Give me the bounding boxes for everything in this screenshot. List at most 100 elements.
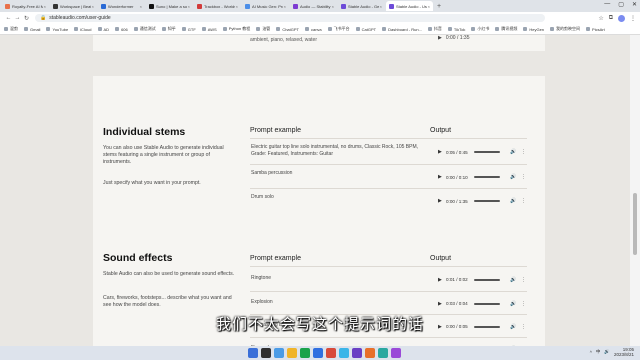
volume-icon[interactable]: 🔊 (510, 174, 521, 180)
clock[interactable]: 19:05 2023/8/21 (614, 347, 634, 357)
bookmark-item[interactable]: 抖音 (427, 26, 442, 32)
reload-icon[interactable]: ↻ (22, 15, 31, 22)
browser-tab[interactable]: Audio — Stability AI× (290, 1, 337, 11)
taskbar-app-icon[interactable] (352, 348, 362, 358)
play-icon[interactable]: ▶ (438, 174, 446, 180)
back-icon[interactable]: ← (4, 15, 13, 21)
tray-overflow-icon[interactable]: ^ (590, 350, 592, 355)
progress-slider[interactable] (474, 200, 500, 202)
play-icon[interactable]: ▶ (438, 35, 442, 41)
progress-slider[interactable] (474, 176, 500, 178)
browser-tab[interactable]: Trackbox - Worlds Leading× (194, 1, 241, 11)
taskbar-app-icon[interactable] (365, 348, 375, 358)
bookmark-item[interactable]: AD (97, 27, 109, 32)
browser-tab[interactable]: Royalty-Free AI Music G× (2, 1, 49, 11)
profile-avatar[interactable] (618, 14, 625, 22)
browser-tab[interactable]: Stable Audio - Generate× (338, 1, 385, 11)
prev-audio-player[interactable]: ▶ 0:00 / 1:35 (438, 35, 470, 41)
tab-close-icon[interactable]: × (332, 4, 334, 9)
volume-icon[interactable]: 🔊 (510, 198, 521, 204)
bookmark-item[interactable]: 小红书 (471, 26, 489, 32)
taskbar-app-icon[interactable] (274, 348, 284, 358)
browser-tab[interactable]: Stable Audio - User Guide× (386, 1, 433, 11)
bookmark-item[interactable]: 腾讯视频 (495, 26, 517, 32)
volume-icon[interactable]: 🔊 (510, 301, 521, 307)
volume-icon[interactable]: 🔊 (604, 349, 610, 355)
menu-icon[interactable]: ⋮ (630, 15, 636, 22)
audio-player[interactable]: ▶ 0:03 / 0:04 🔊 ⋮ (438, 301, 526, 307)
browser-tab[interactable]: Suno | Make a song× (146, 1, 193, 11)
taskbar-app-icon[interactable] (326, 348, 336, 358)
audio-player[interactable]: ▶ 0:05 / 0:45 🔊 ⋮ (438, 149, 526, 155)
play-icon[interactable]: ▶ (438, 198, 446, 204)
bookmark-item[interactable]: 606 (115, 27, 128, 32)
more-options-icon[interactable]: ⋮ (521, 301, 526, 307)
bookmark-item[interactable]: iCloud (74, 27, 92, 32)
bookmark-item[interactable]: Gmail (24, 27, 40, 32)
taskbar-app-icon[interactable] (391, 348, 401, 358)
bookmark-item[interactable]: Python 教程 (222, 26, 250, 32)
close-window-button[interactable]: ✕ (632, 1, 637, 8)
tab-close-icon[interactable]: × (188, 4, 190, 9)
address-bar[interactable]: 🔒 stableaudio.com/user-guide (35, 14, 545, 22)
taskbar-app-icon[interactable] (261, 348, 271, 358)
tab-close-icon[interactable]: × (44, 4, 46, 9)
bookmark-item[interactable]: canva (304, 27, 322, 32)
browser-tab[interactable]: Workspace | Beatoven.ai× (50, 1, 97, 11)
maximize-button[interactable]: ▢ (618, 1, 624, 8)
volume-icon[interactable]: 🔊 (510, 277, 521, 283)
progress-slider[interactable] (474, 151, 500, 153)
audio-player[interactable]: ▶ 0:00 / 1:35 🔊 ⋮ (438, 198, 526, 204)
tab-close-icon[interactable]: × (284, 4, 286, 9)
bookmark-item[interactable]: 知乎 (161, 26, 176, 32)
bookmark-item[interactable]: AWS (201, 27, 217, 32)
browser-tab[interactable]: Wonderformer × (98, 1, 145, 11)
play-icon[interactable]: ▶ (438, 301, 446, 307)
tab-close-icon[interactable]: × (236, 4, 238, 9)
taskbar-app-icon[interactable] (287, 348, 297, 358)
bookmark-item[interactable]: CatGPT (355, 27, 376, 32)
more-options-icon[interactable]: ⋮ (521, 277, 526, 283)
tab-close-icon[interactable]: × (92, 4, 94, 9)
bookmark-item[interactable]: PicsArt (586, 27, 605, 32)
audio-player[interactable]: ▶ 0:00 / 0:10 🔊 ⋮ (438, 174, 526, 180)
tab-close-icon[interactable]: × (428, 4, 430, 9)
tab-close-icon[interactable]: × (380, 4, 382, 9)
more-options-icon[interactable]: ⋮ (521, 174, 526, 180)
bookmark-item[interactable]: HeyGen (523, 27, 544, 32)
taskbar-app-icon[interactable] (339, 348, 349, 358)
bookmark-item[interactable]: GTF (181, 27, 196, 32)
page-scrollbar[interactable] (630, 35, 640, 346)
bookmark-item[interactable]: Dashboard - Run... (382, 27, 422, 32)
extensions-icon[interactable]: ⧉ (609, 15, 613, 22)
bookmark-item[interactable]: 油管 (256, 26, 270, 32)
input-method-icon[interactable]: 中 (596, 349, 601, 355)
more-options-icon[interactable]: ⋮ (521, 149, 526, 155)
play-icon[interactable]: ▶ (438, 277, 446, 283)
taskbar-app-icon[interactable] (313, 348, 323, 358)
progress-slider[interactable] (474, 278, 500, 281)
progress-slider[interactable] (474, 302, 500, 305)
play-icon[interactable]: ▶ (438, 149, 446, 155)
audio-player[interactable]: ▶ 0:01 / 0:02 🔊 ⋮ (438, 277, 526, 283)
new-tab-button[interactable]: + (437, 3, 441, 10)
volume-icon[interactable]: 🔊 (510, 149, 521, 155)
bookmark-item[interactable]: 通信测试 (133, 26, 156, 32)
browser-tab[interactable]: AI Music Gen: Prompts× (242, 1, 289, 11)
bookmark-item[interactable]: 混剪 (4, 26, 18, 32)
forward-icon[interactable]: → (13, 15, 22, 21)
bookmark-favicon-icon (74, 27, 79, 31)
taskbar-app-icon[interactable] (300, 348, 310, 358)
bookmark-item[interactable]: TikTok (447, 27, 465, 32)
taskbar-app-icon[interactable] (248, 348, 258, 358)
more-options-icon[interactable]: ⋮ (521, 198, 526, 204)
bookmark-item[interactable]: ChatGPT (276, 27, 299, 32)
bookmark-star-icon[interactable]: ☆ (598, 15, 603, 22)
taskbar-app-icon[interactable] (378, 348, 388, 358)
bookmark-item[interactable]: 我的剪映空间 (550, 26, 580, 32)
tab-close-icon[interactable]: × (140, 4, 142, 9)
bookmark-item[interactable]: 飞书平台 (327, 26, 350, 32)
scrollbar-thumb[interactable] (633, 193, 637, 255)
minimize-button[interactable]: — (604, 1, 610, 8)
bookmark-item[interactable]: YouTube (46, 27, 68, 32)
